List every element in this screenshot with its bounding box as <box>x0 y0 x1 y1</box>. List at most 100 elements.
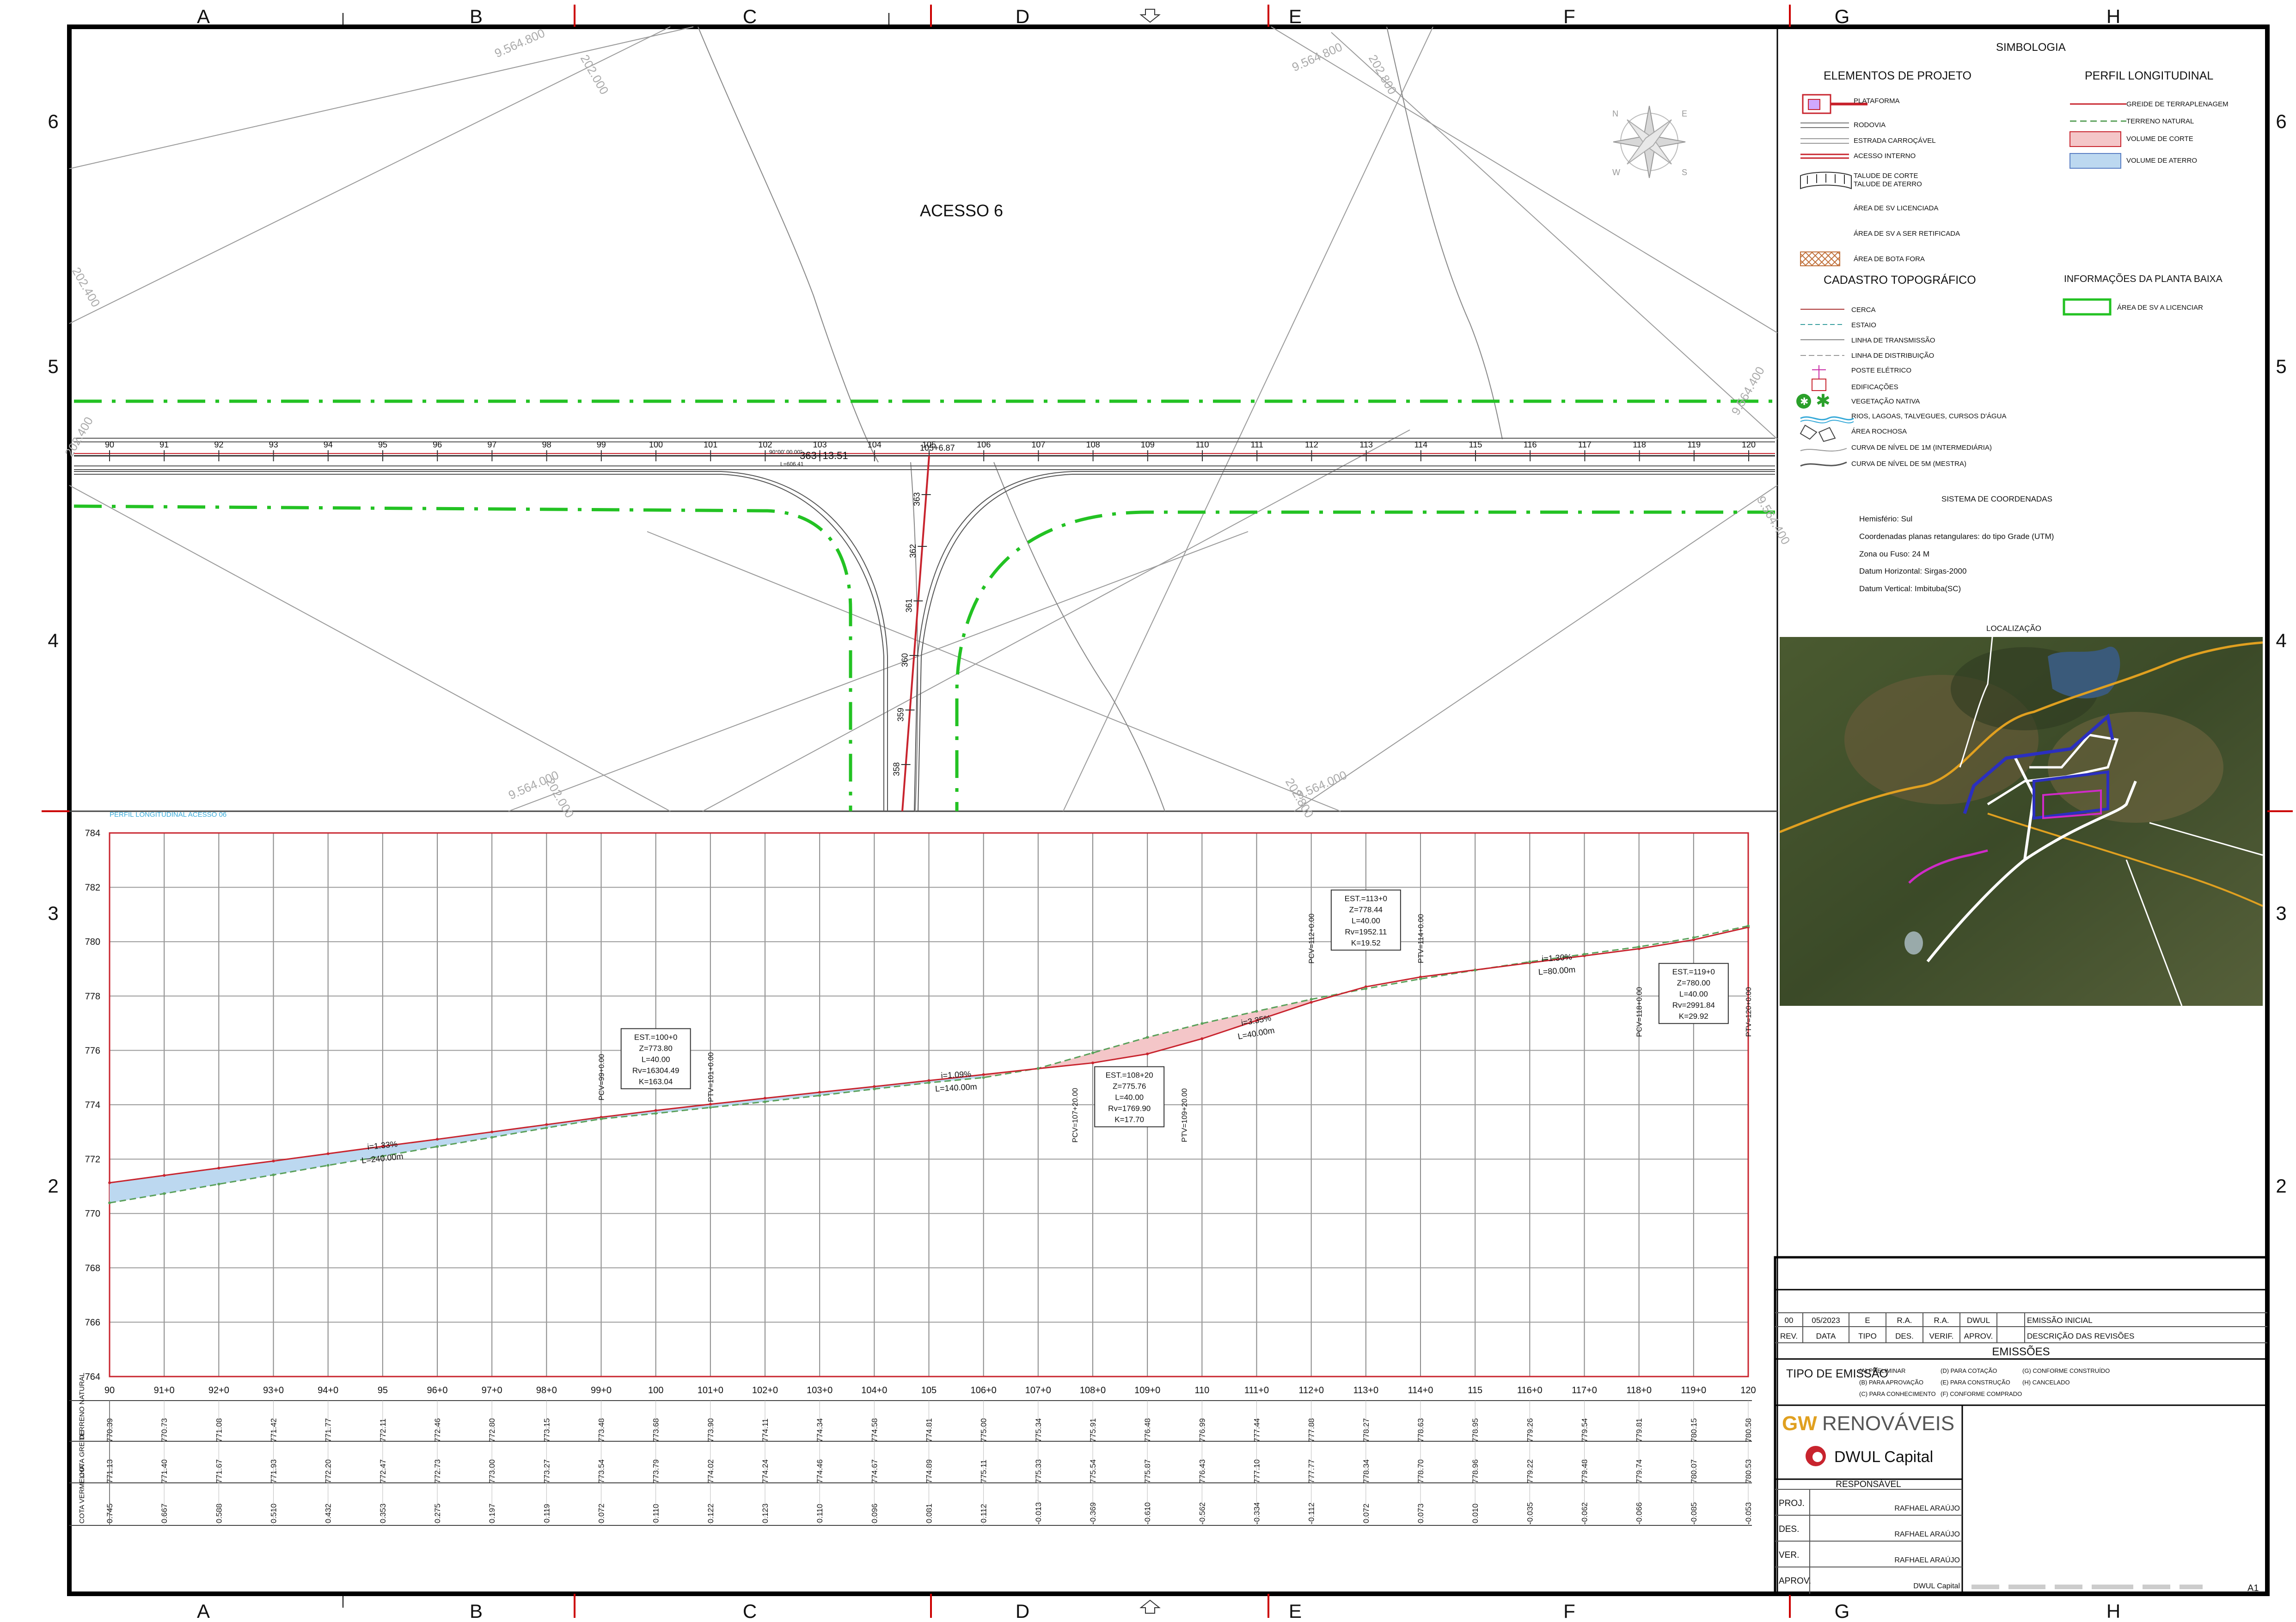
svg-text:202.000: 202.000 <box>543 776 577 820</box>
x-tick-label: 103+0 <box>807 1385 833 1396</box>
row-ref-3: 3 <box>48 902 58 924</box>
terrain-point <box>326 1164 330 1167</box>
row-ref-2: 2 <box>2276 1175 2286 1197</box>
station-label: 103 <box>813 440 827 449</box>
y-tick-label: 766 <box>85 1317 100 1328</box>
x-tick-label: 117+0 <box>1572 1385 1597 1396</box>
revision-cell: 00 <box>1785 1316 1794 1325</box>
column-ref-h: H <box>2106 1600 2120 1622</box>
grade-point <box>654 1109 657 1112</box>
svg-text:202.400: 202.400 <box>69 265 103 309</box>
role-name: RAFHAEL ARAÚJO <box>1894 1530 1960 1538</box>
legend-project-item: PLATAFORMA <box>1854 97 1899 105</box>
terrain-point <box>1200 1022 1204 1025</box>
svg-text:9.564.800: 9.564.800 <box>1290 40 1344 74</box>
emission-type-option: (F) CONFORME COMPRADO <box>1941 1390 2022 1397</box>
x-tick-label: 91+0 <box>154 1385 175 1396</box>
column-ref-f: F <box>1563 6 1575 27</box>
legend-cadastro-title: CADASTRO TOPOGRÁFICO <box>1824 273 1976 287</box>
angle-note: 90°00' 00.00" <box>769 449 802 455</box>
legend-cadastro-item: CERCA <box>1851 306 1876 314</box>
curve-info-line: L=40.00 <box>1115 1093 1144 1102</box>
terrain-point <box>1036 1067 1040 1070</box>
intersection-label: 363+13.51 <box>800 450 848 461</box>
role-name: DWUL Capital <box>1913 1582 1960 1590</box>
svg-text:9.564.800: 9.564.800 <box>492 26 547 60</box>
rock-area-icon <box>1800 424 1836 442</box>
station-note: 105+6.87 <box>920 443 955 453</box>
station-label: 117 <box>1578 440 1592 449</box>
terrain-point <box>1637 945 1641 949</box>
y-tick-label: 778 <box>85 992 100 1002</box>
legend-cadastro-item: LINHA DE TRANSMISSÃO <box>1851 337 1935 344</box>
station-label: 116 <box>1524 440 1537 449</box>
column-ref-c: C <box>743 6 757 27</box>
row-ref-5: 5 <box>2276 355 2286 377</box>
legend-project-item: ÁREA DE SV LICENCIADA <box>1854 204 1938 212</box>
curve-info-line: Rv=16304.49 <box>632 1066 680 1075</box>
station-label: 111 <box>1251 440 1263 449</box>
station-label: 97 <box>487 440 496 449</box>
legend-profile-item: VOLUME DE ATERRO <box>2126 157 2197 165</box>
svg-text:✱: ✱ <box>1816 391 1831 411</box>
svg-text:202.000: 202.000 <box>578 52 612 97</box>
dwul-logo-text: DWUL Capital <box>1834 1448 1933 1466</box>
x-tick-label: 99+0 <box>591 1385 612 1396</box>
slope-length-label: L=140.00m <box>935 1082 978 1094</box>
longitudinal-profile: PERFIL LONGITUDINAL ACESSO 06 784 782 780 7… <box>69 811 1756 1526</box>
revision-cell: R.A. <box>1934 1316 1949 1325</box>
row-ref-6: 6 <box>48 110 58 132</box>
drawing-sheet: ABCDEFGH ABCDEFGH 65432 65432 90 91 92 9… <box>42 5 2293 1622</box>
x-tick-label: 107+0 <box>1025 1385 1051 1396</box>
station-label: 94 <box>324 440 333 449</box>
coord-system-item: Hemisfério: Sul <box>1859 514 1912 523</box>
terrain-point <box>1146 1036 1149 1039</box>
svg-text:9.564.400: 9.564.400 <box>1754 494 1793 547</box>
station-label: 119 <box>1687 440 1701 449</box>
terrain-point <box>600 1117 603 1120</box>
station-label: 91 <box>159 440 169 449</box>
legend-project-item: ESTRADA CARROÇÁVEL <box>1854 137 1936 145</box>
curve-info-line: Z=773.80 <box>639 1044 673 1053</box>
legend-profile-item: VOLUME DE CORTE <box>2126 135 2193 143</box>
revision-header: APROV. <box>1964 1332 1993 1340</box>
renovaveis-logo: RENOVÁVEIS <box>1822 1412 1954 1435</box>
x-tick-label: 90 <box>104 1385 115 1396</box>
y-tick-label: 784 <box>85 828 100 839</box>
row-ref-5: 5 <box>48 355 58 377</box>
legend-info-title: INFORMAÇÕES DA PLANTA BAIXA <box>2064 273 2223 284</box>
terrain-point <box>108 1201 111 1205</box>
ptv-label: PTV=114+0.00 <box>1417 914 1425 963</box>
terrain-point <box>1583 953 1586 956</box>
legend-info-item: ÁREA DE SV A LICENCIAR <box>2117 304 2203 312</box>
legend-project-title: ELEMENTOS DE PROJETO <box>1824 69 1971 82</box>
coord-system-item: Datum Horizontal: Sirgas-2000 <box>1859 567 1966 575</box>
y-tick-label: 782 <box>85 883 100 893</box>
grade-point <box>272 1159 275 1163</box>
legend-project-item: TALUDE DE ATERRO <box>1854 180 1922 188</box>
revision-cell: 05/2023 <box>1812 1316 1840 1325</box>
revision-header: TIPO <box>1858 1332 1877 1340</box>
slope-symbol-icon <box>1800 171 1852 190</box>
access-station-label: 360 <box>900 653 909 667</box>
terrain-point <box>1255 1010 1258 1013</box>
column-ref-e: E <box>1289 1600 1302 1622</box>
legend-project-item: ÁREA DE BOTA FORA <box>1854 255 1925 263</box>
column-ref-c: C <box>743 1600 757 1622</box>
curve-info-line: Z=778.44 <box>1349 905 1383 914</box>
row-ref-4: 4 <box>2276 630 2286 651</box>
slope-length-label: L=40.00m <box>1237 1026 1275 1041</box>
grade-point <box>818 1090 821 1094</box>
svg-text:9.564.400: 9.564.400 <box>1728 364 1767 417</box>
grade-point <box>108 1181 111 1184</box>
revision-cell: R.A. <box>1897 1316 1912 1325</box>
station-label: 107 <box>1031 440 1045 449</box>
emission-type-option: (G) CONFORME CONSTRUÍDO <box>2022 1367 2110 1374</box>
access-station-label: 361 <box>904 599 913 612</box>
terrain-point <box>1747 924 1750 928</box>
curve-info-line: EST.=108+20 <box>1106 1071 1153 1080</box>
access-station-label: 359 <box>896 708 906 722</box>
coord-system-item: Zona ou Fuso: 24 M <box>1859 550 1929 558</box>
x-tick-label: 110 <box>1194 1385 1209 1396</box>
legend-title: SIMBOLOGIA <box>1996 41 2066 54</box>
